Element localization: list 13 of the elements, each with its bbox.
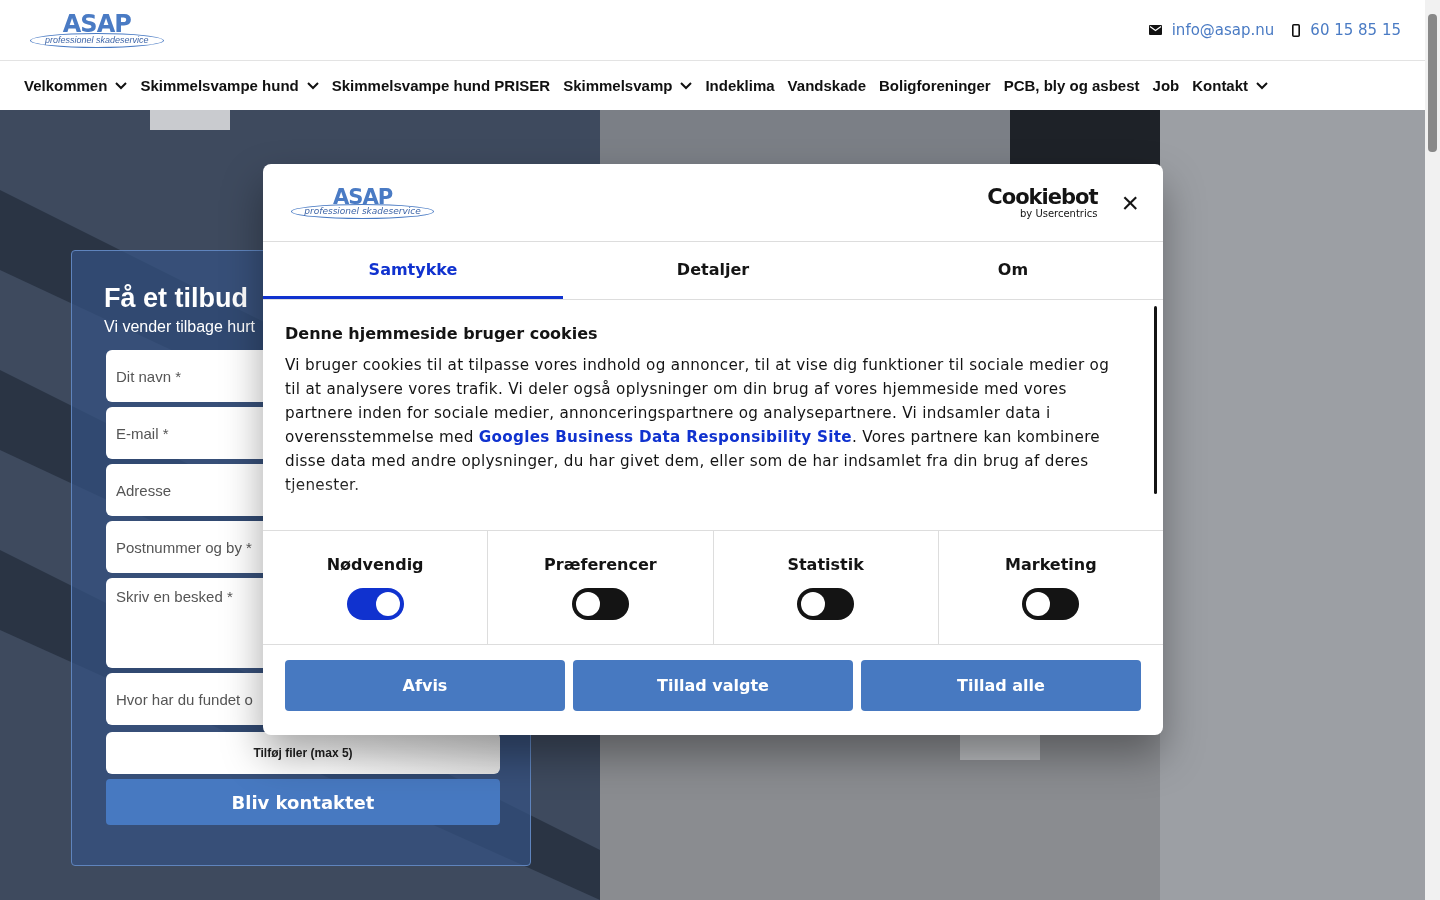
- form-subtitle: Vi vender tilbage hurt: [104, 318, 255, 336]
- category-label: Nødvendig: [326, 555, 424, 574]
- consent-paragraph: Vi bruger cookies til at tilpasse vores indhold og annoncer, til at vise dig funktioner til sociale medier og til at analysere vores trafik. Vi deler også oplysninger om din brug af vores hjemmeside med vores partnere inden for sociale medier, annonceringspartnere og analysepartnere. Vi indsamler data i overensstemmelse med Googles Business Data Responsibility Site. Vores partnere kan kombinere disse data med andre oplysninger, du har givet dem, eller som de har indsamlet fra din brug af deres tjenester.: [285, 355, 1111, 496]
- logo-tagline: professionel skadeservice: [30, 33, 164, 48]
- consent-heading: Denne hjemmeside bruger cookies: [285, 324, 599, 343]
- category-label: Præferencer: [544, 555, 657, 574]
- form-title: Få et tilbud: [104, 283, 248, 314]
- category-label: Statistik: [787, 555, 864, 574]
- category-label: Marketing: [1005, 555, 1097, 574]
- logo-name: ASAP: [62, 12, 131, 36]
- brand-subtitle: by Usercentrics: [1019, 207, 1098, 219]
- brand-name: Cookiebot: [987, 186, 1098, 208]
- logo-tagline: professionel skadeservice: [291, 204, 435, 220]
